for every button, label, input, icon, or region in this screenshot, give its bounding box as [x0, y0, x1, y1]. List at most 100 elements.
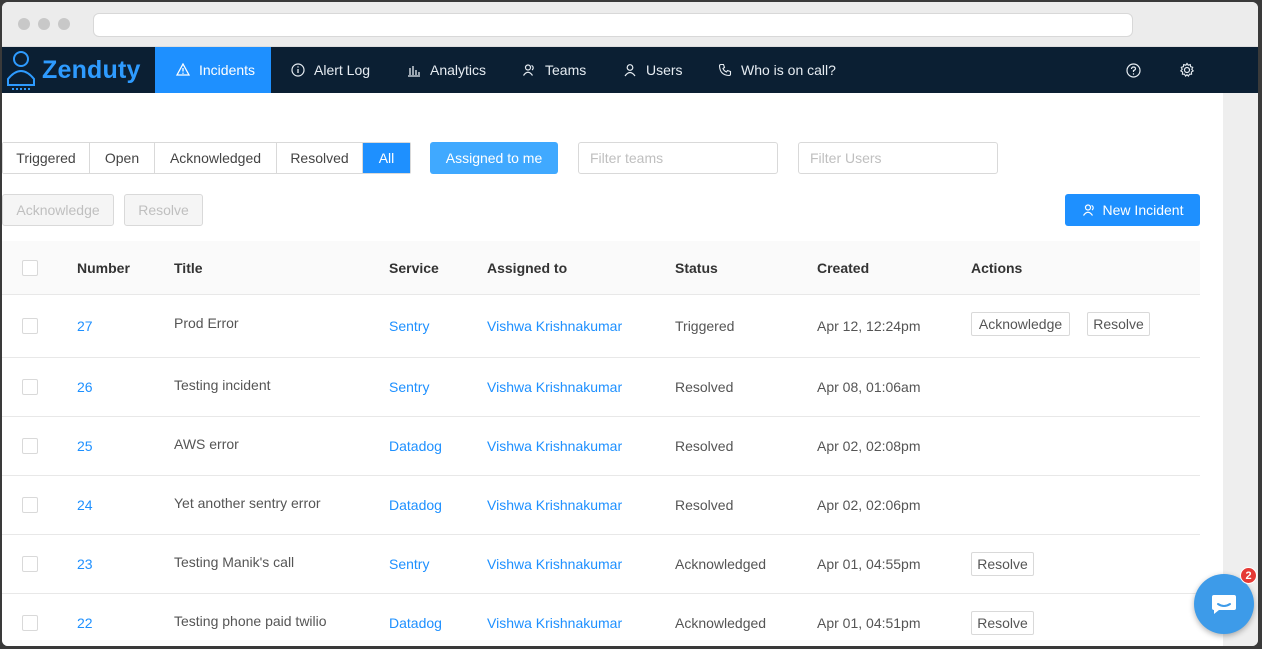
row-checkbox[interactable]	[22, 318, 38, 334]
created-time: Apr 08, 01:06am	[817, 379, 921, 395]
status-text: Resolved	[675, 497, 734, 513]
row-resolve-button[interactable]: Resolve	[971, 611, 1034, 635]
new-incident-label: New Incident	[1102, 202, 1184, 218]
incident-number-link[interactable]: 27	[77, 318, 93, 334]
bulk-acknowledge-button[interactable]: Acknowledge	[2, 194, 114, 226]
incident-title[interactable]: Testing Manik's call	[174, 554, 294, 570]
assigned-to-me-button[interactable]: Assigned to me	[430, 142, 558, 174]
nav-teams[interactable]: Teams	[521, 47, 586, 93]
zenduty-logo[interactable]: Zenduty	[2, 47, 152, 93]
info-icon	[290, 62, 306, 78]
service-link[interactable]: Datadog	[389, 438, 442, 454]
team-icon	[521, 62, 537, 78]
incidents-page: Triggered Open Acknowledged Resolved All…	[2, 93, 1223, 646]
row-checkbox[interactable]	[22, 615, 38, 631]
incident-title[interactable]: Yet another sentry error	[174, 495, 321, 511]
assignee-link[interactable]: Vishwa Krishnakumar	[487, 379, 622, 395]
table-row: 23 Testing Manik's call Sentry Vishwa Kr…	[2, 535, 1200, 594]
nav-users[interactable]: Users	[622, 47, 683, 93]
browser-chrome	[2, 2, 1258, 47]
service-link[interactable]: Sentry	[389, 318, 429, 334]
incident-number-link[interactable]: 22	[77, 615, 93, 631]
assignee-link[interactable]: Vishwa Krishnakumar	[487, 438, 622, 454]
filter-all[interactable]: All	[363, 143, 410, 173]
add-team-icon	[1082, 203, 1096, 217]
filter-triggered[interactable]: Triggered	[3, 143, 90, 173]
phone-icon	[717, 62, 733, 78]
gear-icon[interactable]	[1179, 62, 1195, 78]
assignee-link[interactable]: Vishwa Krishnakumar	[487, 497, 622, 513]
status-text: Resolved	[675, 379, 734, 395]
incident-number-link[interactable]: 26	[77, 379, 93, 395]
nav-users-label: Users	[646, 62, 683, 78]
filter-acknowledged[interactable]: Acknowledged	[155, 143, 277, 173]
nav-incidents[interactable]: Incidents	[155, 47, 271, 93]
chat-notification-badge: 2	[1240, 567, 1257, 584]
browser-window: Zenduty Incidents Alert Log Analytics Te…	[2, 2, 1258, 646]
table-row: 26 Testing incident Sentry Vishwa Krishn…	[2, 358, 1200, 417]
table-row: 22 Testing phone paid twilio Datadog Vis…	[2, 594, 1200, 646]
service-link[interactable]: Datadog	[389, 615, 442, 631]
bar-chart-icon	[406, 62, 422, 78]
status-text: Resolved	[675, 438, 734, 454]
row-resolve-button[interactable]: Resolve	[1087, 312, 1150, 336]
select-all-checkbox[interactable]	[22, 260, 38, 276]
table-row: 25 AWS error Datadog Vishwa Krishnakumar…	[2, 417, 1200, 476]
incident-number-link[interactable]: 24	[77, 497, 93, 513]
assignee-link[interactable]: Vishwa Krishnakumar	[487, 615, 622, 631]
incident-title[interactable]: Testing incident	[174, 377, 271, 393]
chat-bubble-icon	[1212, 595, 1236, 614]
filter-users-input[interactable]: Filter Users	[798, 142, 998, 174]
incident-title[interactable]: AWS error	[174, 436, 239, 452]
row-checkbox[interactable]	[22, 438, 38, 454]
service-link[interactable]: Sentry	[389, 556, 429, 572]
incident-number-link[interactable]: 23	[77, 556, 93, 572]
bulk-resolve-button[interactable]: Resolve	[124, 194, 203, 226]
header-actions: Actions	[971, 260, 1023, 276]
row-checkbox[interactable]	[22, 497, 38, 513]
service-link[interactable]: Sentry	[389, 379, 429, 395]
window-dot-maximize[interactable]	[58, 18, 70, 30]
table-row: 27 Prod Error Sentry Vishwa Krishnakumar…	[2, 296, 1200, 358]
nav-who-is-on-call[interactable]: Who is on call?	[717, 47, 836, 93]
status-text: Triggered	[675, 318, 735, 334]
nav-alert-log[interactable]: Alert Log	[290, 47, 370, 93]
help-icon[interactable]	[1125, 62, 1141, 78]
assignee-link[interactable]: Vishwa Krishnakumar	[487, 318, 622, 334]
top-navbar: Zenduty Incidents Alert Log Analytics Te…	[2, 47, 1258, 93]
logo-text: Zenduty	[42, 55, 141, 84]
row-resolve-button[interactable]: Resolve	[971, 552, 1034, 576]
warning-icon	[175, 62, 191, 78]
assignee-link[interactable]: Vishwa Krishnakumar	[487, 556, 622, 572]
header-title[interactable]: Title	[174, 241, 203, 295]
header-created[interactable]: Created	[817, 241, 869, 295]
nav-analytics[interactable]: Analytics	[406, 47, 486, 93]
filter-teams-input[interactable]: Filter teams	[578, 142, 778, 174]
row-checkbox[interactable]	[22, 556, 38, 572]
nav-incidents-label: Incidents	[199, 62, 256, 78]
created-time: Apr 01, 04:55pm	[817, 556, 921, 572]
header-assigned-to[interactable]: Assigned to	[487, 241, 567, 295]
status-text: Acknowledged	[675, 556, 767, 572]
new-incident-button[interactable]: New Incident	[1065, 194, 1200, 226]
incident-number-link[interactable]: 25	[77, 438, 93, 454]
window-dot-minimize[interactable]	[38, 18, 50, 30]
url-bar[interactable]	[93, 13, 1133, 37]
status-text: Acknowledged	[675, 615, 767, 631]
header-service[interactable]: Service	[389, 241, 439, 295]
status-filter-segmented: Triggered Open Acknowledged Resolved All	[2, 142, 411, 174]
row-acknowledge-button[interactable]: Acknowledge	[971, 312, 1070, 336]
service-link[interactable]: Datadog	[389, 497, 442, 513]
incident-title[interactable]: Testing phone paid twilio	[174, 613, 327, 629]
created-time: Apr 12, 12:24pm	[817, 318, 921, 334]
header-status[interactable]: Status	[675, 241, 718, 295]
incident-title[interactable]: Prod Error	[174, 315, 239, 331]
filter-resolved[interactable]: Resolved	[277, 143, 363, 173]
page-scrollbar[interactable]	[1223, 93, 1258, 646]
window-dot-close[interactable]	[18, 18, 30, 30]
logo-mascot-icon	[7, 51, 35, 90]
created-time: Apr 01, 04:51pm	[817, 615, 921, 631]
header-number[interactable]: Number	[77, 241, 130, 295]
filter-open[interactable]: Open	[90, 143, 155, 173]
row-checkbox[interactable]	[22, 379, 38, 395]
